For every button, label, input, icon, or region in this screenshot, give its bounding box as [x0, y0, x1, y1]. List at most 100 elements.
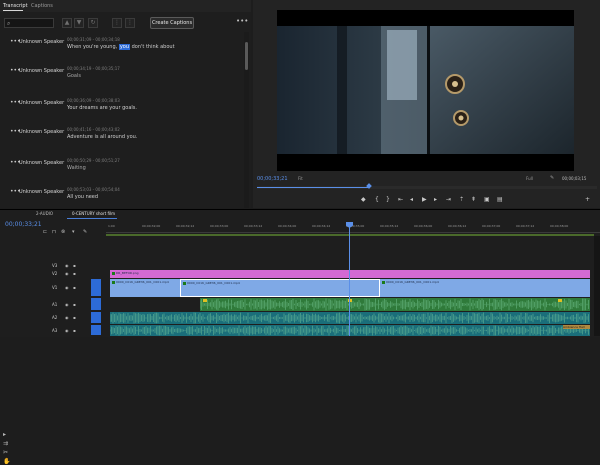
merge-segment-icon[interactable]: ⋮ [125, 18, 135, 28]
audio-keyframe[interactable] [203, 299, 207, 302]
segment-text[interactable]: All you need [67, 194, 98, 200]
track-name: V2 [52, 271, 58, 276]
segment-text[interactable]: When you're young, you don't think about [67, 44, 175, 50]
lock-icon[interactable]: ▪ [73, 285, 76, 290]
track-target-indicator[interactable] [91, 279, 101, 296]
resolution-select[interactable]: Full [526, 176, 533, 181]
timeline-playhead[interactable] [349, 222, 350, 336]
audio-keyframe[interactable] [558, 299, 562, 302]
more-options-button[interactable]: ••• [236, 18, 248, 27]
track-select-icon[interactable]: ⇉ [3, 440, 8, 447]
track-header[interactable]: A3 ◉ ▪ [40, 325, 106, 336]
lift-icon[interactable]: ⇡ [459, 196, 464, 203]
linked-selection-icon[interactable]: ⊗ [61, 229, 65, 235]
track-name: A2 [52, 315, 58, 320]
lock-icon[interactable]: ▪ [73, 315, 76, 320]
tab-captions[interactable]: Captions [31, 3, 53, 9]
audio-clip[interactable] [110, 312, 590, 324]
eye-icon[interactable]: ◉ [65, 315, 69, 320]
speaker-label[interactable]: Unknown Speaker [19, 129, 64, 135]
in-icon[interactable]: { [375, 196, 379, 203]
fx-badge [112, 272, 115, 275]
segment-text[interactable]: Adventure is all around you. [67, 134, 137, 140]
transcript-segment[interactable]: ••• Unknown Speaker 00;00;31;09 - 00;00;… [0, 32, 240, 62]
go-to-in-icon[interactable]: ⇤ [398, 196, 403, 203]
track-target-indicator[interactable] [91, 312, 101, 323]
eye-icon[interactable]: ◉ [65, 263, 69, 268]
audio-end-label[interactable]: Ambience Hall [563, 325, 590, 329]
track-header[interactable]: A2 ◉ ▪ [40, 312, 106, 324]
track-target-indicator[interactable] [91, 298, 101, 310]
previous-result-button[interactable]: ▲ [62, 18, 72, 28]
step-back-icon[interactable]: ◂ [410, 196, 413, 203]
add-icon[interactable]: + [585, 196, 590, 203]
lock-icon[interactable]: ▪ [73, 271, 76, 276]
extract-icon[interactable]: ⇞ [471, 196, 476, 203]
ruler-tick-label: 00;00;37;12 [516, 224, 535, 228]
ruler-tick-label: 00;00;33;00 [210, 224, 229, 228]
speaker-label[interactable]: Unknown Speaker [19, 39, 64, 45]
segment-text[interactable]: Waiting [67, 165, 86, 171]
marker-icon[interactable]: ◆ [361, 196, 366, 203]
lock-icon[interactable]: ▪ [73, 328, 76, 333]
settings-wrench-icon[interactable]: ✎ [550, 175, 554, 181]
graphic-clip[interactable]: DR_BEFOR.png [110, 270, 590, 278]
refresh-icon[interactable]: ↻ [88, 18, 98, 28]
track-header[interactable]: V2 ◉ ▪ [40, 270, 106, 278]
eye-icon[interactable]: ◉ [65, 285, 69, 290]
track-header[interactable]: V3 ◉ ▪ [40, 262, 106, 270]
transcript-segment[interactable]: ••• Unknown Speaker 00;00;36;09 - 00;00;… [0, 93, 240, 123]
track-header[interactable]: A1 ◉ ▪ [40, 298, 106, 311]
selection-tool-icon[interactable]: ▸ [3, 431, 6, 438]
go-to-out-icon[interactable]: ⇥ [446, 196, 451, 203]
video-clip[interactable]: 0000_C016_GRE36_001_C001.mp4 [380, 279, 590, 297]
snap-icon[interactable]: ⊓ [52, 229, 56, 235]
track-name: V3 [52, 263, 58, 268]
transcript-segment[interactable]: ••• Unknown Speaker 00;00;53;03 - 00;00;… [0, 182, 240, 212]
transcript-segment[interactable]: ••• Unknown Speaker 00;00;41;16 - 00;00;… [0, 122, 240, 152]
out-icon[interactable]: } [386, 196, 390, 203]
playhead-timecode[interactable]: 00;00;33;21 [257, 176, 288, 182]
speaker-label[interactable]: Unknown Speaker [19, 68, 64, 74]
eye-icon[interactable]: ◉ [65, 302, 69, 307]
add-marker-icon[interactable]: ▾ [72, 229, 75, 235]
speaker-label[interactable]: Unknown Speaker [19, 100, 64, 106]
transcript-tabs: Transcript Captions [0, 0, 251, 12]
track-target-indicator[interactable] [91, 325, 101, 335]
sequence-tab-audio[interactable]: 2-AUDIO [36, 211, 53, 216]
transcript-scroll-thumb[interactable] [245, 42, 248, 70]
sequence-tab-active[interactable]: 0-CENTURY short film [72, 211, 115, 216]
segment-text[interactable]: Goals [67, 73, 81, 79]
eye-icon[interactable]: ◉ [65, 328, 69, 333]
lock-icon[interactable]: ▪ [73, 263, 76, 268]
tab-transcript[interactable]: Transcript [3, 3, 28, 9]
timeline-settings-icon[interactable]: ✎ [83, 229, 87, 235]
video-frame[interactable] [277, 10, 574, 171]
create-captions-button[interactable]: Create Captions [150, 17, 194, 29]
selected-word[interactable]: you [118, 44, 131, 50]
zoom-select[interactable]: Fit [298, 176, 303, 181]
video-clip[interactable]: 0000_C016_GRE36_001_C001.mp4 [110, 279, 180, 297]
eye-icon[interactable]: ◉ [65, 271, 69, 276]
play-icon[interactable]: ▶ [422, 196, 427, 203]
transcript-segment[interactable]: ••• Unknown Speaker 00;00;34;19 - 00;00;… [0, 61, 240, 91]
segment-text[interactable]: Your dreams are your goals. [67, 105, 137, 111]
speaker-label[interactable]: Unknown Speaker [19, 160, 64, 166]
hand-tool-icon[interactable]: ✋ [3, 458, 10, 465]
compare-icon[interactable]: ▤ [497, 196, 503, 203]
audio-clip[interactable] [200, 298, 590, 311]
step-forward-icon[interactable]: ▸ [434, 196, 437, 203]
audio-clip[interactable] [110, 325, 590, 336]
split-segment-icon[interactable]: ⋮ [112, 18, 122, 28]
speaker-label[interactable]: Unknown Speaker [19, 189, 64, 195]
transcript-segment[interactable]: ••• Unknown Speaker 00;00;50;29 - 00;00;… [0, 153, 240, 183]
export-frame-icon[interactable]: ▣ [484, 196, 490, 203]
work-area-bar[interactable] [106, 234, 594, 236]
track-header[interactable]: V1 ◉ ▪ [40, 279, 106, 297]
insert-icon[interactable]: ⊏ [43, 229, 47, 235]
next-result-button[interactable]: ▼ [74, 18, 84, 28]
video-clip-selected[interactable]: 0000_C016_GRE36_001_C001.mp4 [180, 279, 380, 297]
search-input[interactable]: ⌕ [4, 18, 54, 28]
lock-icon[interactable]: ▪ [73, 302, 76, 307]
razor-tool-icon[interactable]: ✂ [3, 449, 8, 456]
